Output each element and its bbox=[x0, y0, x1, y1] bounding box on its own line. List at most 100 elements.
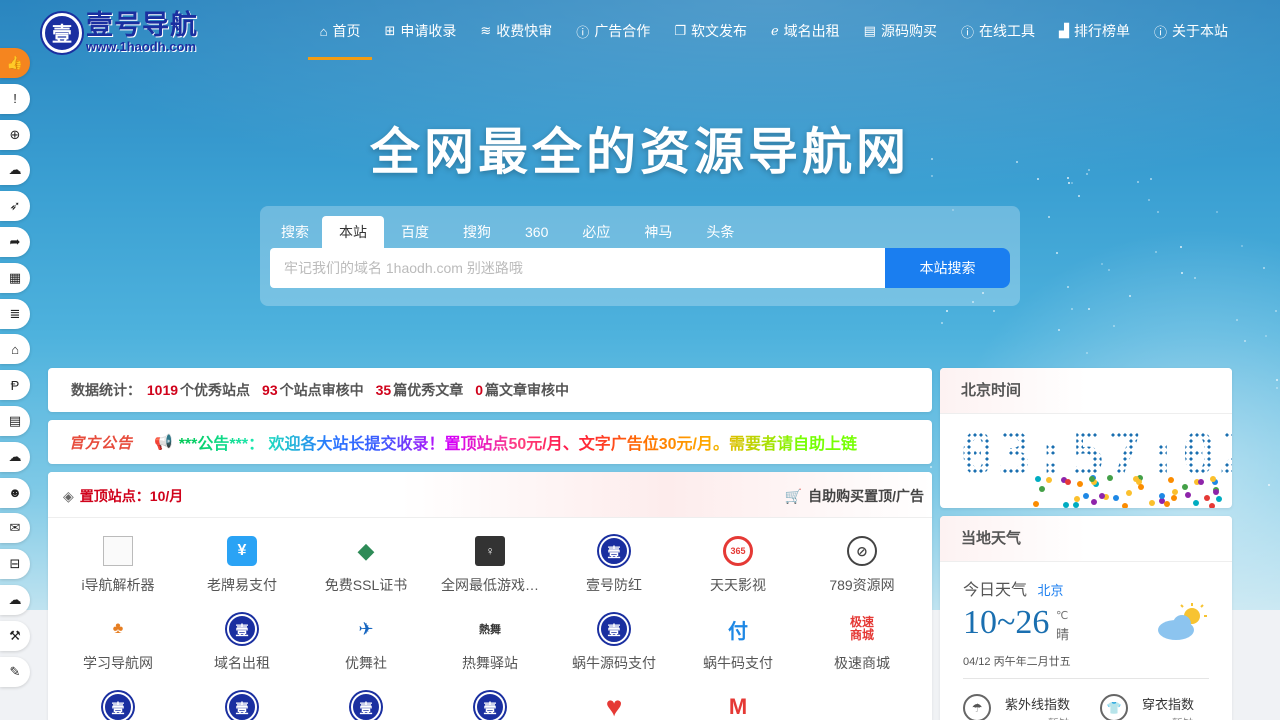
site-name: 域名出租 bbox=[214, 655, 270, 671]
site-name: 789资源网 bbox=[829, 577, 895, 593]
site-item[interactable]: ♥ bbox=[552, 691, 676, 720]
site-item[interactable]: 壹 bbox=[56, 692, 180, 720]
star-decoration bbox=[1235, 319, 1238, 322]
site-seal-icon: 壹 bbox=[351, 692, 381, 720]
nav-item-5[interactable]: ℯ 域名出租 bbox=[759, 0, 852, 62]
announcement-text[interactable]: ***公告***： 欢迎各大站长提交收录！置顶站点50元/月、文字广告位30元/… bbox=[179, 430, 857, 454]
weather-temp: 10~26 bbox=[963, 604, 1050, 641]
nav-item-8[interactable]: ▟ 排行榜单 bbox=[1047, 0, 1142, 62]
sidebar-button-7-icon[interactable]: ≣ bbox=[0, 298, 30, 329]
nav-icon: ▟ bbox=[1058, 23, 1069, 38]
search-tab-3[interactable]: 360 bbox=[508, 216, 565, 248]
site-item[interactable]: ♀ 全网最低游戏… bbox=[428, 536, 552, 595]
site-hot-icon: 熱舞 bbox=[479, 624, 501, 636]
logo-title: 壹号导航 bbox=[86, 10, 198, 40]
sidebar-button-6-icon[interactable]: ▦ bbox=[0, 262, 30, 293]
nav-label: 广告合作 bbox=[594, 23, 651, 39]
site-item[interactable]: ✈ 优舞社 bbox=[304, 614, 428, 673]
nav-item-4[interactable]: ❐ 软文发布 bbox=[662, 0, 759, 62]
sidebar-button-12-icon[interactable]: ☻ bbox=[0, 477, 30, 508]
star-decoration bbox=[1180, 271, 1183, 274]
search-input[interactable] bbox=[270, 248, 886, 288]
site-item[interactable]: 壹 bbox=[180, 692, 304, 720]
beijing-time-card: 北京时间 03:57:02 bbox=[940, 368, 1232, 508]
star-decoration bbox=[1276, 387, 1279, 390]
star-decoration bbox=[1264, 335, 1267, 338]
sidebar-button-9-icon[interactable]: Ᵽ bbox=[0, 370, 30, 401]
sidebar-button-11-icon[interactable]: ☁ bbox=[0, 441, 30, 472]
dressing-index: 👕 穿衣指数 暂缺 bbox=[1100, 694, 1194, 720]
site-item[interactable]: ◆ 免费SSL证书 bbox=[304, 536, 428, 595]
buy-ad-link[interactable]: 🛒 自助购买置顶/广告 bbox=[785, 486, 924, 506]
sidebar-button-0-icon[interactable]: 👍 bbox=[0, 48, 30, 78]
nav-item-3[interactable]: ⓘ 广告合作 bbox=[564, 0, 662, 62]
sidebar-button-8-icon[interactable]: ⌂ bbox=[0, 334, 30, 365]
star-decoration bbox=[1274, 310, 1277, 313]
site-item[interactable]: 壹蜗牛源码支付 bbox=[552, 614, 676, 673]
sidebar-button-4-icon[interactable]: ➶ bbox=[0, 191, 30, 222]
nav-label: 源码购买 bbox=[880, 23, 937, 39]
site-item[interactable]: i导航解析器 bbox=[56, 536, 180, 595]
search-button[interactable]: 本站搜索 bbox=[885, 248, 1010, 288]
site-logo[interactable]: 壹 壹号导航 www.1haodh.com bbox=[42, 12, 198, 53]
stat-label: 篇文章审核中 bbox=[485, 382, 569, 398]
search-tab-5[interactable]: 神马 bbox=[627, 216, 689, 248]
clock-particle bbox=[1212, 488, 1219, 495]
search-tab-0[interactable]: 本站 bbox=[322, 216, 384, 248]
nav-item-1[interactable]: ⊞ 申请收录 bbox=[372, 0, 468, 62]
sidebar-button-15-icon[interactable]: ☁ bbox=[0, 584, 30, 615]
nav-label: 首页 bbox=[332, 23, 361, 39]
site-item[interactable]: ♣ 学习导航网 bbox=[56, 614, 180, 673]
weather-city[interactable]: 北京 bbox=[1037, 583, 1063, 598]
weather-date: 04/12 丙午年二月廿五 bbox=[963, 656, 1071, 668]
site-item[interactable]: 熱舞 热舞驿站 bbox=[428, 614, 552, 673]
clock-particle bbox=[1045, 477, 1052, 484]
search-label: 搜索 bbox=[281, 224, 309, 240]
search-tab-4[interactable]: 必应 bbox=[565, 216, 627, 248]
sidebar-button-17-icon[interactable]: ✎ bbox=[0, 656, 30, 687]
sidebar-button-16-icon[interactable]: ⚒ bbox=[0, 620, 30, 651]
search-tab-2[interactable]: 搜狗 bbox=[446, 216, 508, 248]
stat-item: 35 篇优秀文章 bbox=[374, 382, 464, 398]
site-item[interactable]: 365 天天影视 bbox=[676, 536, 800, 595]
search-tab-1[interactable]: 百度 bbox=[384, 216, 446, 248]
sidebar-button-13-icon[interactable]: ✉ bbox=[0, 513, 30, 544]
site-item[interactable]: M bbox=[676, 692, 800, 720]
sidebar-button-10-icon[interactable]: ▤ bbox=[0, 405, 30, 436]
site-compass-icon: ⊘ bbox=[847, 536, 877, 566]
clock-particle bbox=[1210, 475, 1217, 482]
site-broken-icon bbox=[103, 536, 133, 566]
nav-item-9[interactable]: ⓘ 关于本站 bbox=[1142, 0, 1240, 62]
stat-item: 93 个站点审核中 bbox=[260, 382, 364, 398]
clock-particle bbox=[1159, 492, 1166, 499]
star-decoration bbox=[1088, 307, 1091, 310]
site-item[interactable]: 壹壹号防红 bbox=[552, 536, 676, 595]
site-item[interactable]: 壹 bbox=[428, 692, 552, 720]
nav-item-0[interactable]: ⌂ 首页 bbox=[307, 0, 373, 62]
sidebar-button-5-icon[interactable]: ➦ bbox=[0, 226, 30, 257]
nav-item-7[interactable]: ⓘ 在线工具 bbox=[949, 0, 1047, 62]
clock-particle bbox=[1208, 502, 1215, 508]
site-seal-icon: 壹 bbox=[475, 692, 505, 720]
nav-item-6[interactable]: ▤ 源码购买 bbox=[852, 0, 949, 62]
megaphone-icon: 📢 bbox=[154, 434, 173, 451]
uv-label: 紫外线指数 bbox=[1005, 697, 1071, 712]
star-decoration bbox=[1112, 325, 1115, 328]
site-item[interactable]: 极速商城 极速商城 bbox=[800, 614, 924, 673]
site-item[interactable]: 壹 bbox=[304, 692, 428, 720]
clock-particle bbox=[1073, 495, 1080, 502]
clock-particle bbox=[1098, 493, 1105, 500]
site-item[interactable]: ⊘ 789资源网 bbox=[800, 536, 924, 595]
sidebar-button-14-icon[interactable]: ⊟ bbox=[0, 549, 30, 580]
site-item[interactable]: ¥ 老牌易支付 bbox=[180, 536, 304, 595]
search-tab-6[interactable]: 头条 bbox=[689, 216, 751, 248]
clock-particle bbox=[1039, 486, 1046, 493]
sidebar-button-1-icon[interactable]: ! bbox=[0, 83, 30, 114]
stat-number: 93 bbox=[262, 382, 278, 398]
stats-prefix: 数据统计： bbox=[71, 382, 141, 398]
nav-item-2[interactable]: ≋ 收费快审 bbox=[468, 0, 564, 62]
site-item[interactable]: 壹域名出租 bbox=[180, 614, 304, 673]
uv-value: 暂缺 bbox=[1005, 715, 1070, 720]
site-item[interactable]: 付蜗牛码支付 bbox=[676, 614, 800, 673]
site-name: 学习导航网 bbox=[83, 655, 153, 671]
